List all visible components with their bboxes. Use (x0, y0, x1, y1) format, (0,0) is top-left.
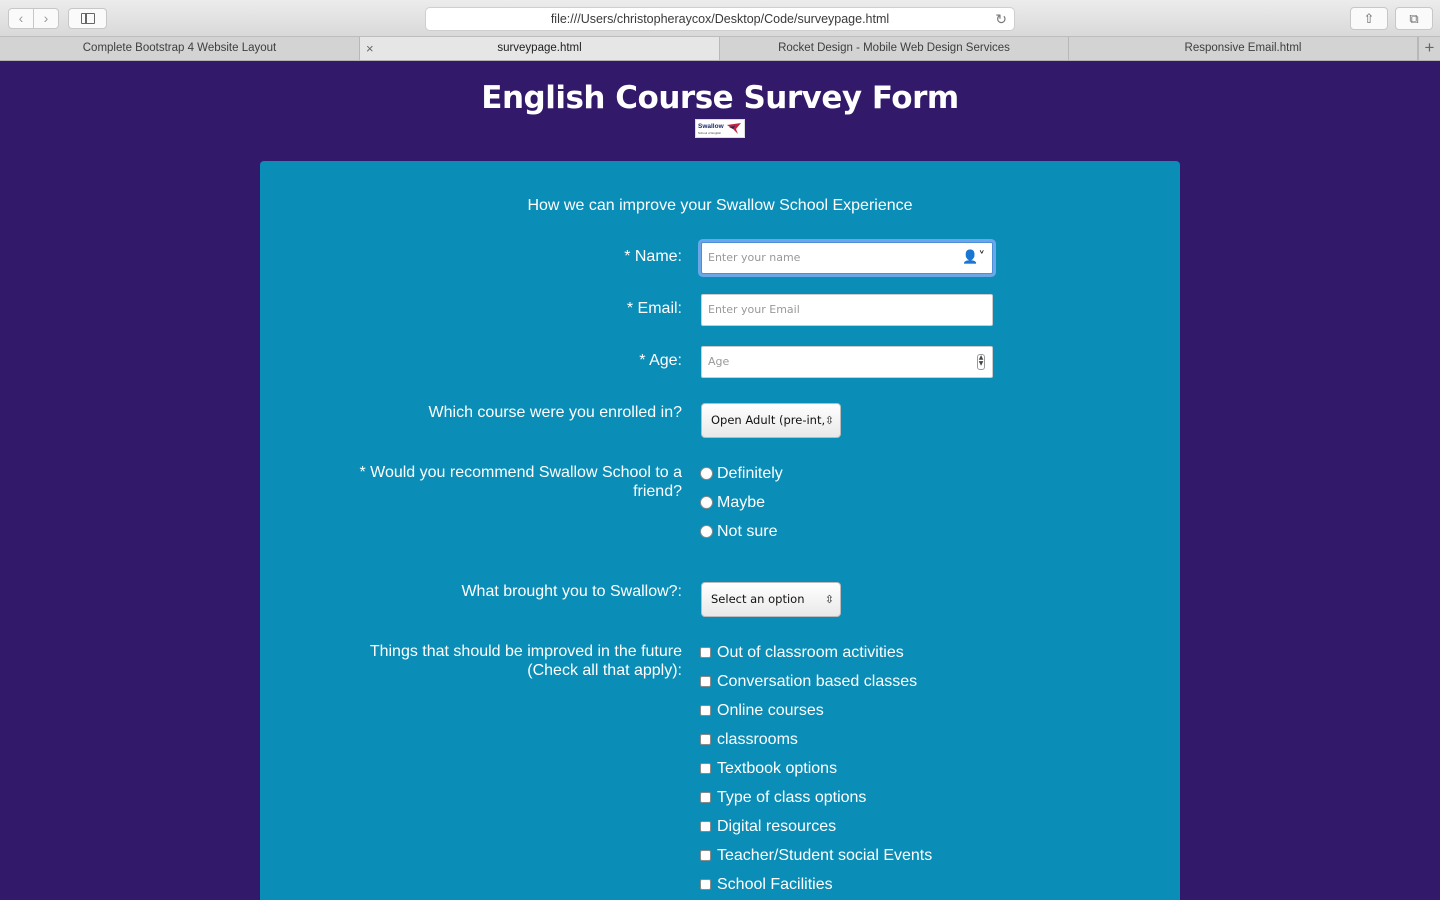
tabs-overview-icon: ⧉ (1409, 11, 1419, 26)
checkbox-option[interactable]: classrooms (700, 730, 798, 749)
checkbox-label: School Facilities (717, 876, 833, 893)
radio-label: Maybe (717, 494, 766, 511)
contact-autofill-icon[interactable]: 👤˅ (962, 243, 985, 273)
share-icon: ⇧ (1363, 11, 1375, 26)
tab-label: Rocket Design - Mobile Web Design Servic… (778, 42, 1010, 54)
radio-button[interactable] (700, 525, 713, 538)
radio-label: Definitely (717, 465, 783, 482)
share-button[interactable]: ⇧ (1350, 7, 1388, 30)
select-arrows-icon: ⇳ (824, 414, 834, 427)
recommend-label: * Would you recommend Swallow School to … (359, 463, 682, 501)
tab-responsive-email[interactable]: Responsive Email.html (1069, 37, 1418, 60)
name-label: * Name: (624, 248, 682, 265)
checkbox[interactable] (700, 850, 711, 861)
name-input[interactable]: Enter your name 👤˅ (701, 242, 993, 274)
checkbox[interactable] (700, 734, 711, 745)
course-selected-value: Open Adult (pre-int, (711, 413, 826, 427)
chevron-right-icon: › (43, 10, 49, 26)
checkbox[interactable] (700, 676, 711, 687)
radio-option[interactable]: Definitely (700, 464, 783, 483)
sidebar-toggle-button[interactable] (68, 8, 107, 29)
tab-label: surveypage.html (497, 42, 582, 54)
age-input[interactable]: Age ▲ ▼ (701, 346, 993, 378)
tab-surveypage[interactable]: × surveypage.html (360, 37, 720, 60)
checkbox[interactable] (700, 879, 711, 890)
checkbox-label: Conversation based classes (717, 673, 918, 690)
address-bar[interactable]: file:///Users/christopheraycox/Desktop/C… (425, 7, 1015, 31)
improve-label-line2: (Check all that apply): (527, 662, 682, 679)
browser-toolbar: ‹ › file:///Users/christopheraycox/Deskt… (0, 0, 1440, 37)
tab-label: Complete Bootstrap 4 Website Layout (82, 42, 277, 54)
radio-button[interactable] (700, 467, 713, 480)
tab-rocket-design[interactable]: Rocket Design - Mobile Web Design Servic… (720, 37, 1069, 60)
checkbox-label: classrooms (717, 731, 798, 748)
email-label: * Email: (626, 300, 682, 317)
checkbox-label: Teacher/Student social Events (717, 847, 933, 864)
checkbox-option[interactable]: Digital resources (700, 817, 836, 836)
tab-label: Responsive Email.html (1184, 42, 1302, 54)
logo-text: Swallow (698, 123, 724, 130)
number-stepper-icon[interactable]: ▲ ▼ (977, 354, 985, 370)
checkbox-label: Textbook options (717, 760, 838, 777)
name-placeholder: Enter your name (708, 251, 801, 264)
age-placeholder: Age (708, 355, 730, 368)
age-label: * Age: (639, 352, 682, 369)
survey-form: How we can improve your Swallow School E… (260, 161, 1180, 900)
checkbox[interactable] (700, 647, 711, 658)
plus-icon: + (1424, 38, 1435, 57)
form-subtitle: How we can improve your Swallow School E… (527, 197, 913, 214)
page-title: English Course Survey Form (481, 80, 959, 116)
sidebar-icon (81, 13, 95, 24)
close-icon[interactable]: × (366, 37, 374, 60)
brought-select[interactable]: Select an option ⇳ (701, 582, 841, 617)
school-logo: Swallow School of English (695, 119, 745, 138)
checkbox[interactable] (700, 763, 711, 774)
checkbox[interactable] (700, 792, 711, 803)
checkbox-option[interactable]: Teacher/Student social Events (700, 846, 932, 865)
checkbox[interactable] (700, 821, 711, 832)
email-input[interactable]: Enter your Email (701, 294, 993, 326)
radio-option[interactable]: Not sure (700, 522, 777, 541)
checkbox-option[interactable]: Conversation based classes (700, 672, 917, 691)
forward-button[interactable]: › (33, 8, 59, 29)
show-tabs-button[interactable]: ⧉ (1395, 7, 1433, 30)
checkbox[interactable] (700, 705, 711, 716)
select-arrows-icon: ⇳ (824, 593, 834, 606)
address-text: file:///Users/christopheraycox/Desktop/C… (550, 12, 890, 26)
radio-option[interactable]: Maybe (700, 493, 765, 512)
course-select[interactable]: Open Adult (pre-int, ⇳ (701, 403, 841, 438)
checkbox-label: Online courses (717, 702, 824, 719)
logo-subtext: School of English (698, 131, 722, 135)
swallow-bird-icon (727, 123, 741, 134)
course-label: Which course were you enrolled in? (428, 404, 682, 421)
brought-label: What brought you to Swallow?: (461, 583, 682, 600)
reload-icon[interactable]: ↻ (995, 11, 1007, 27)
recommend-label-line2: friend? (633, 483, 682, 500)
checkbox-option[interactable]: School Facilities (700, 875, 833, 894)
checkbox-option[interactable]: Type of class options (700, 788, 866, 807)
checkbox-option[interactable]: Textbook options (700, 759, 837, 778)
chevron-left-icon: ‹ (18, 10, 24, 26)
back-button[interactable]: ‹ (8, 8, 34, 29)
new-tab-button[interactable]: + (1418, 37, 1440, 60)
radio-button[interactable] (700, 496, 713, 509)
brought-selected-value: Select an option (711, 592, 805, 606)
tab-bootstrap-layout[interactable]: Complete Bootstrap 4 Website Layout (0, 37, 360, 60)
checkbox-label: Type of class options (717, 789, 867, 806)
email-placeholder: Enter your Email (708, 303, 800, 316)
checkbox-option[interactable]: Out of classroom activities (700, 643, 904, 662)
checkbox-option[interactable]: Online courses (700, 701, 824, 720)
tab-bar: Complete Bootstrap 4 Website Layout × su… (0, 37, 1440, 61)
improve-label-line1: Things that should be improved in the fu… (369, 643, 682, 660)
recommend-label-line1: * Would you recommend Swallow School to … (359, 464, 682, 481)
checkbox-label: Out of classroom activities (717, 644, 904, 661)
radio-label: Not sure (717, 523, 778, 540)
improve-label: Things that should be improved in the fu… (370, 642, 682, 680)
checkbox-label: Digital resources (717, 818, 837, 835)
